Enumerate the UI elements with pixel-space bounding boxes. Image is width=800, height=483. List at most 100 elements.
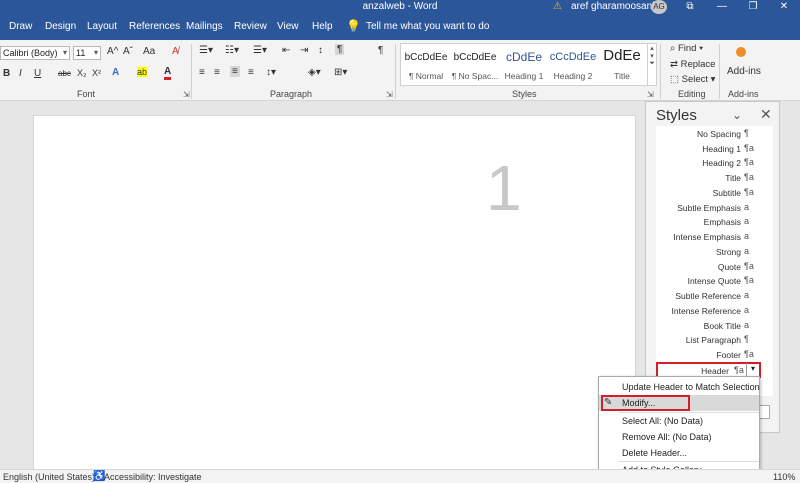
warning-icon[interactable]: ⚠ <box>553 1 564 12</box>
justify-icon[interactable]: ≡ <box>248 67 254 78</box>
accessibility-status[interactable]: Accessibility: Investigate <box>104 472 202 482</box>
show-marks-button[interactable]: ¶ <box>335 44 345 55</box>
change-case-button[interactable]: Aa <box>143 46 155 57</box>
decrease-indent-icon[interactable]: ⇤ <box>282 45 290 56</box>
tab-review[interactable]: Review <box>234 21 267 32</box>
select-button[interactable]: ⬚ Select ▾ <box>670 74 715 85</box>
align-right-icon[interactable]: ≡ <box>230 66 240 77</box>
list-item[interactable]: List Paragraph ¶ <box>656 334 773 348</box>
document-page[interactable]: 1 <box>33 115 636 475</box>
separator <box>719 44 720 99</box>
font-dialog-launcher-icon[interactable]: ⇲ <box>183 90 190 99</box>
font-name-dropdown[interactable]: Calibri (Body) <box>0 46 70 60</box>
list-item[interactable]: Intense Reference a <box>656 305 773 319</box>
list-item[interactable]: Emphasis a <box>656 216 773 230</box>
tab-design[interactable]: Design <box>45 21 76 32</box>
italic-button[interactable]: I <box>19 68 22 79</box>
addins-button[interactable]: Add-ins <box>727 66 761 77</box>
shrink-font-button[interactable]: Aˇ <box>123 46 133 57</box>
tab-view[interactable]: View <box>277 21 299 32</box>
bullets-icon[interactable]: ☰▾ <box>199 45 213 56</box>
menu-item-update-header[interactable]: Update Header to Match Selection <box>599 379 760 395</box>
menu-item-modify[interactable]: ✎ Modify... <box>599 395 759 411</box>
style-no-spacing[interactable]: bCcDdEe ¶ No Spac... <box>450 44 500 85</box>
list-item[interactable]: Heading 1 ¶a <box>656 143 773 157</box>
text-effects-button[interactable]: A <box>112 67 119 78</box>
numbering-icon[interactable]: ☷▾ <box>225 45 239 56</box>
style-context-menu: Update Header to Match Selection ✎ Modify… <box>598 376 760 478</box>
restore-button[interactable]: ❐ <box>743 0 763 14</box>
ribbon: Calibri (Body) 11 A^ Aˇ Aa A̸ B I U abc … <box>0 40 800 101</box>
underline-button[interactable]: U <box>34 68 41 79</box>
list-item[interactable]: Strong a <box>656 246 773 260</box>
style-normal[interactable]: bCcDdEe ¶ Normal <box>401 44 451 85</box>
grow-font-button[interactable]: A^ <box>107 46 118 57</box>
ribbon-display-icon[interactable]: ⧉ <box>680 0 700 14</box>
tell-me-search[interactable]: Tell me what you want to do <box>366 21 489 32</box>
gallery-scroll[interactable]: ▴ ▾ ⏷ <box>647 44 656 85</box>
list-item[interactable]: Intense Emphasis a <box>656 231 773 245</box>
sort-icon[interactable]: ↕ <box>318 45 323 56</box>
menu-item-delete-header[interactable]: Delete Header... <box>599 445 759 461</box>
menu-item-remove-all[interactable]: Remove All: (No Data) <box>599 429 759 445</box>
lightbulb-icon: 💡 <box>346 19 361 33</box>
tab-layout[interactable]: Layout <box>87 21 117 32</box>
replace-button[interactable]: ⇄ Replace <box>670 59 715 70</box>
align-center-icon[interactable]: ≡ <box>214 67 220 78</box>
multilevel-list-icon[interactable]: ☰▾ <box>253 45 267 56</box>
ribbon-tabs: Draw Design Layout References Mailings R… <box>0 14 800 40</box>
strikethrough-button[interactable]: abc <box>58 69 71 78</box>
list-item[interactable]: No Spacing ¶ <box>656 128 773 142</box>
styles-pane-title: Styles <box>656 107 697 124</box>
separator <box>191 44 192 99</box>
tab-references[interactable]: References <box>129 21 180 32</box>
list-item[interactable]: Intense Quote ¶a <box>656 275 773 289</box>
highlight-button[interactable]: ab <box>137 67 148 77</box>
paragraph-group-label: Paragraph <box>270 89 313 99</box>
avatar[interactable]: AG <box>651 0 667 14</box>
list-item[interactable]: Title ¶a <box>656 172 773 186</box>
list-item[interactable]: Subtle Reference a <box>656 290 773 304</box>
zoom-level[interactable]: 110% <box>773 472 795 482</box>
menu-item-select-all[interactable]: Select All: (No Data) <box>599 413 759 429</box>
styles-group-label: Styles <box>512 89 537 99</box>
list-item[interactable]: Book Title a <box>656 320 773 334</box>
font-group-label: Font <box>77 89 96 99</box>
paragraph-dialog-launcher-icon[interactable]: ⇲ <box>386 90 393 99</box>
minimize-button[interactable]: — <box>712 0 732 14</box>
find-button[interactable]: ⌕ Find ▾ <box>670 43 703 54</box>
bold-button[interactable]: B <box>3 68 10 79</box>
close-button[interactable]: ✕ <box>774 0 794 14</box>
align-left-icon[interactable]: ≡ <box>199 67 205 78</box>
tab-mailings[interactable]: Mailings <box>186 21 223 32</box>
borders-icon[interactable]: ⊞▾ <box>334 67 347 78</box>
font-color-button[interactable]: A <box>164 67 172 80</box>
list-item[interactable]: Subtitle ¶a <box>656 187 773 201</box>
clear-formatting-button[interactable]: A̸ <box>172 46 179 57</box>
dropdown-arrow-icon[interactable]: ▾ <box>746 363 759 376</box>
replace-icon: ⇄ <box>670 59 681 70</box>
styles-dialog-launcher-icon[interactable]: ⇲ <box>647 90 654 99</box>
list-item[interactable]: Subtle Emphasis a <box>656 202 773 216</box>
style-heading-2[interactable]: cCcDdEe Heading 2 <box>548 44 598 85</box>
tab-draw[interactable]: Draw <box>9 21 32 32</box>
style-title[interactable]: DdEe Title <box>597 44 647 85</box>
line-spacing-icon[interactable]: ↕▾ <box>266 67 276 78</box>
status-bar: English (United States) ♿ Accessibility:… <box>0 469 800 483</box>
style-heading-1[interactable]: cDdEe Heading 1 <box>499 44 549 85</box>
list-item[interactable]: Heading 2 ¶a <box>656 157 773 171</box>
paragraph-marks-button[interactable]: ¶ <box>378 45 383 56</box>
close-icon[interactable]: ✕ <box>760 106 772 123</box>
shading-icon[interactable]: ◈▾ <box>308 67 321 78</box>
separator <box>660 44 661 99</box>
language-status[interactable]: English (United States) <box>3 472 95 482</box>
chevron-down-icon[interactable]: ⌄ <box>732 108 742 122</box>
tab-help[interactable]: Help <box>312 21 333 32</box>
list-item[interactable]: Quote ¶a <box>656 261 773 275</box>
increase-indent-icon[interactable]: ⇥ <box>300 45 308 56</box>
subscript-button[interactable]: X₂ <box>77 68 87 78</box>
superscript-button[interactable]: X² <box>92 68 101 78</box>
addins-icon[interactable] <box>736 47 746 57</box>
list-item[interactable]: Footer ¶a <box>656 349 773 363</box>
font-size-dropdown[interactable]: 11 <box>73 46 101 60</box>
